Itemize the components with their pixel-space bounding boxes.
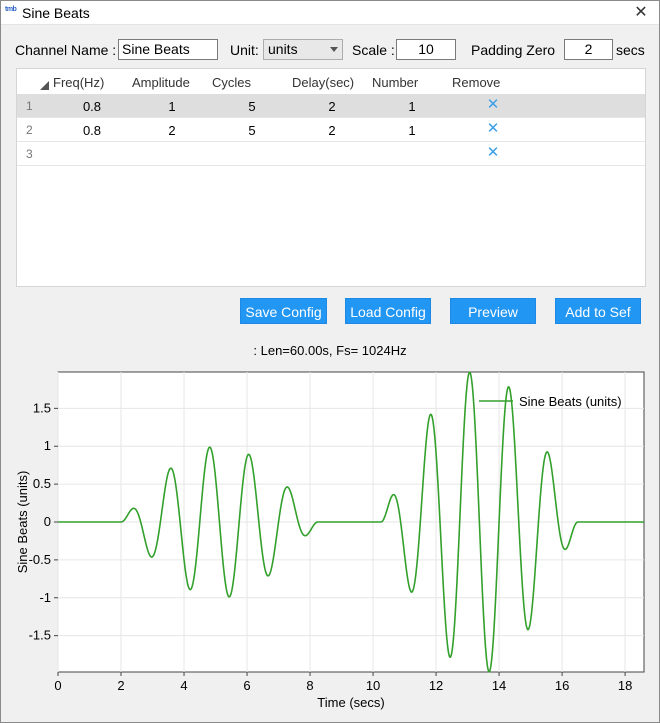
preview-button[interactable]: Preview [450, 298, 536, 324]
unit-select[interactable]: units [263, 39, 343, 60]
save-config-button[interactable]: Save Config [240, 298, 327, 324]
cell-amplitude[interactable]: 2 [137, 123, 207, 138]
chevron-down-icon [330, 47, 338, 52]
title-bar: tmb Sine Beats ✕ [1, 1, 659, 25]
x-tick-label: 14 [492, 678, 506, 693]
column-header-freq[interactable]: Freq(Hz) [53, 75, 104, 90]
load-config-button[interactable]: Load Config [345, 298, 431, 324]
x-tick-label: 12 [429, 678, 443, 693]
unit-label: Unit: [230, 42, 259, 58]
row-number: 2 [26, 123, 33, 137]
add-to-sef-button[interactable]: Add to Sef [555, 298, 641, 324]
padding-zero-label: Padding Zero [471, 42, 556, 58]
channel-name-label: Channel Name : [15, 42, 117, 58]
remove-row-icon[interactable]: ✕ [485, 143, 501, 161]
row-number: 3 [26, 147, 33, 161]
padding-unit-label: secs [616, 42, 645, 58]
sort-indicator-icon[interactable] [40, 81, 49, 90]
window-title: Sine Beats [22, 5, 90, 21]
x-axis-label: Time (secs) [317, 695, 384, 710]
y-tick-label: 1 [44, 438, 51, 453]
x-tick-label: 0 [54, 678, 61, 693]
cell-number[interactable]: 1 [377, 99, 447, 114]
y-axis: 1.5 1 0.5 0 -0.5 -1 -1.5 [29, 400, 58, 643]
scale-input[interactable]: 10 [396, 39, 456, 60]
sine-beats-dialog: tmb Sine Beats ✕ Channel Name : Sine Bea… [0, 0, 660, 723]
column-header-cycles[interactable]: Cycles [212, 75, 251, 90]
x-tick-label: 8 [306, 678, 313, 693]
channel-name-input[interactable]: Sine Beats [118, 39, 218, 60]
cell-freq[interactable]: 0.8 [57, 123, 127, 138]
x-tick-label: 4 [180, 678, 187, 693]
remove-row-icon[interactable]: ✕ [485, 119, 501, 137]
table-header: Freq(Hz) Amplitude Cycles Delay(sec) Num… [17, 69, 645, 94]
x-tick-label: 10 [366, 678, 380, 693]
table-row[interactable]: 1 0.8 1 5 2 1 ✕ [17, 94, 645, 118]
cell-delay[interactable]: 2 [297, 99, 367, 114]
beats-table: Freq(Hz) Amplitude Cycles Delay(sec) Num… [16, 68, 646, 287]
column-header-number[interactable]: Number [372, 75, 418, 90]
y-tick-label: 0 [44, 514, 51, 529]
close-icon[interactable]: ✕ [631, 3, 651, 23]
padding-zero-input[interactable]: 2 [564, 39, 613, 60]
app-icon: tmb [5, 6, 17, 13]
cell-amplitude[interactable]: 1 [137, 99, 207, 114]
y-axis-label: Sine Beats (units) [15, 471, 30, 574]
y-tick-label: -0.5 [29, 552, 51, 567]
signal-info-text: : Len=60.00s, Fs= 1024Hz [253, 343, 407, 358]
x-axis: 0 2 4 6 8 10 12 14 16 18 [54, 672, 632, 693]
column-header-remove[interactable]: Remove [452, 75, 500, 90]
channel-settings-row: Channel Name : Sine Beats Unit: units Sc… [1, 37, 659, 63]
x-tick-label: 2 [117, 678, 124, 693]
table-row[interactable]: 2 0.8 2 5 2 1 ✕ [17, 118, 645, 142]
y-tick-label: -1 [39, 590, 51, 605]
unit-select-value: units [268, 41, 298, 57]
y-tick-label: -1.5 [29, 628, 51, 643]
x-tick-label: 16 [555, 678, 569, 693]
cell-delay[interactable]: 2 [297, 123, 367, 138]
remove-row-icon[interactable]: ✕ [485, 95, 501, 113]
cell-cycles[interactable]: 5 [217, 123, 287, 138]
cell-freq[interactable]: 0.8 [57, 99, 127, 114]
y-tick-label: 0.5 [33, 476, 51, 491]
x-tick-label: 6 [243, 678, 250, 693]
x-tick-label: 18 [618, 678, 632, 693]
column-header-delay[interactable]: Delay(sec) [292, 75, 354, 90]
legend-label: Sine Beats (units) [519, 394, 622, 409]
sine-beats-chart: 0 2 4 6 8 10 12 14 16 18 1.5 1 0.5 0 -0.5 -1 -1.5 Sine … [15, 371, 645, 710]
cell-cycles[interactable]: 5 [217, 99, 287, 114]
table-row[interactable]: 3 ✕ [17, 142, 645, 166]
cell-number[interactable]: 1 [377, 123, 447, 138]
column-header-amplitude[interactable]: Amplitude [132, 75, 190, 90]
y-tick-label: 1.5 [33, 400, 51, 415]
scale-label: Scale : [352, 42, 395, 58]
row-number: 1 [26, 99, 33, 113]
